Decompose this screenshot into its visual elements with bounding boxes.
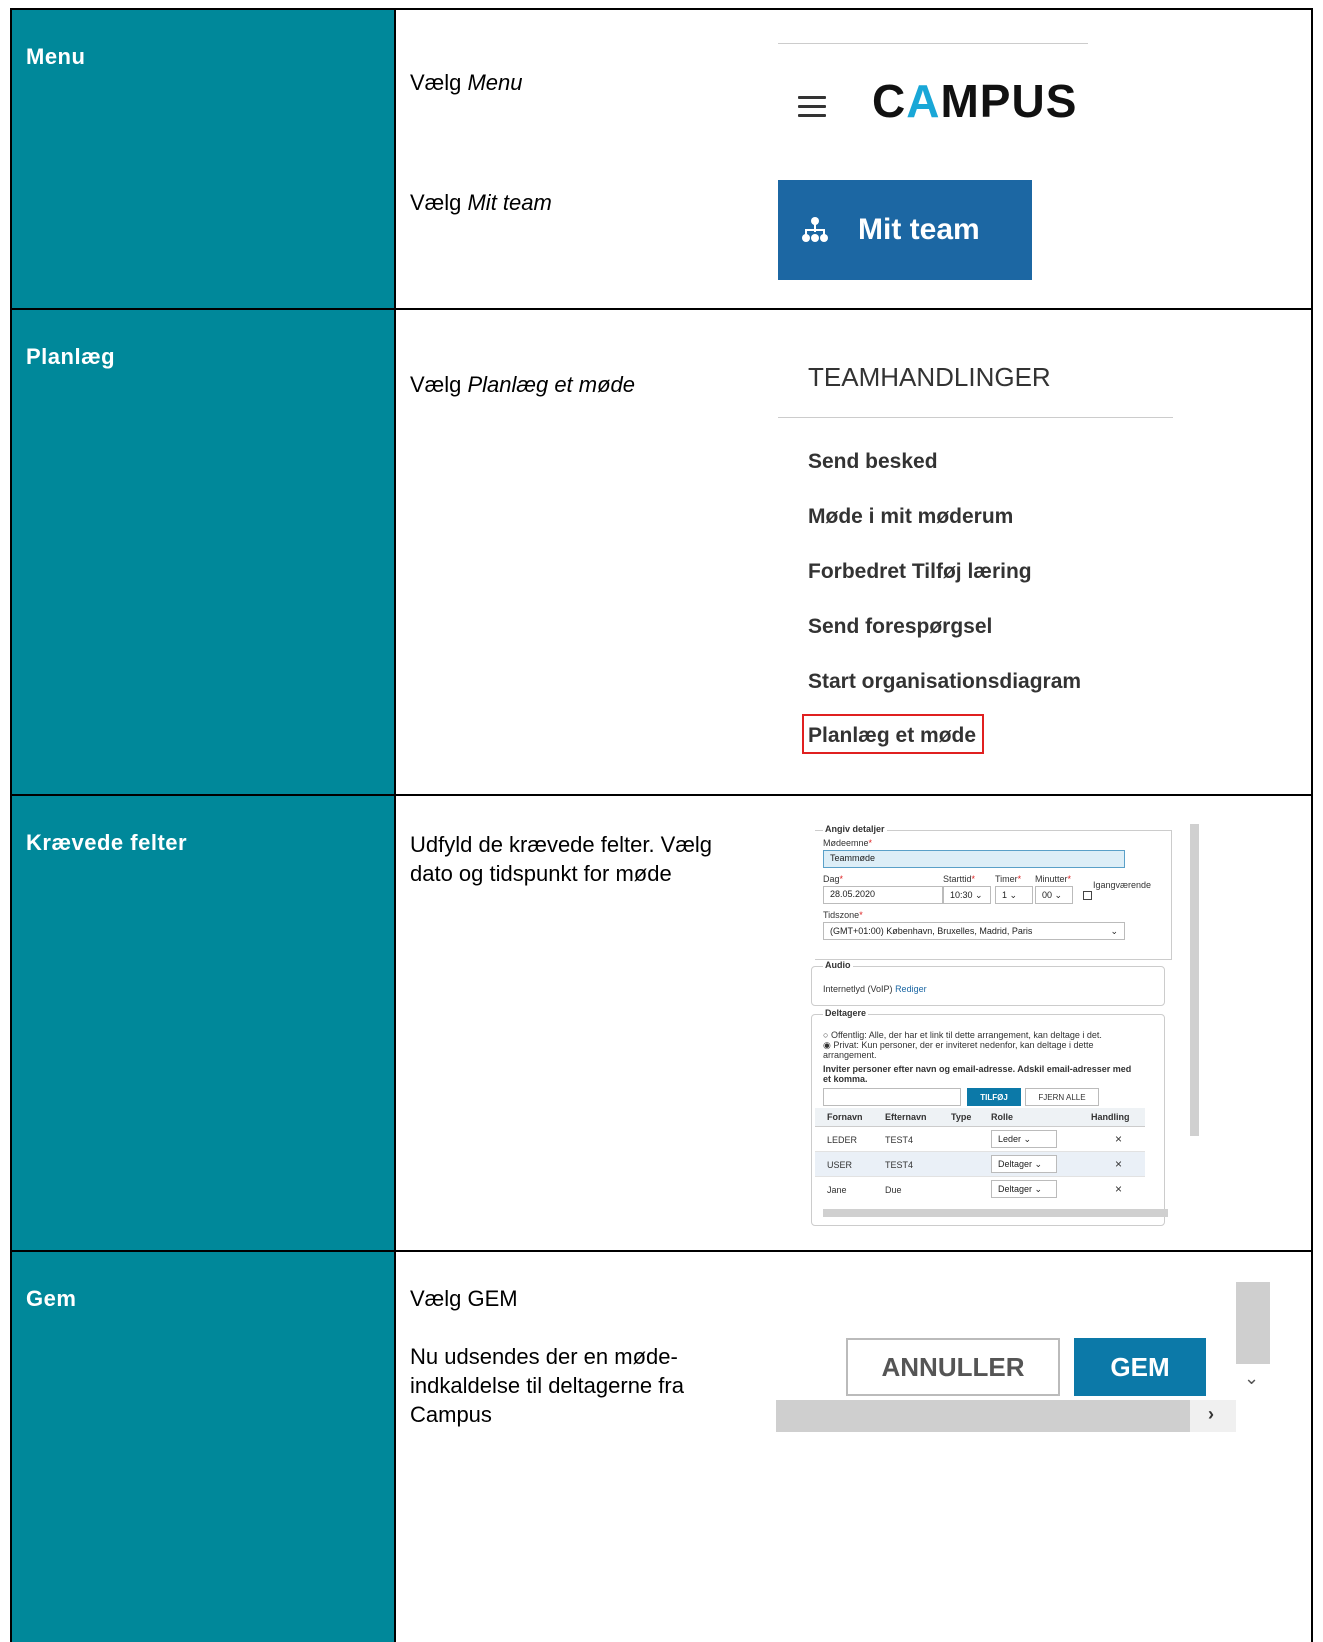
private-option[interactable]: ◉ Privat: Kun personer, der er inviteret… — [823, 1040, 1133, 1060]
action-meeting-room[interactable]: Møde i mit møderum — [808, 505, 1013, 529]
ongoing-checkbox[interactable] — [1083, 891, 1092, 900]
participant-first: Jane — [827, 1185, 847, 1195]
invite-input[interactable] — [823, 1088, 961, 1106]
row-content: Vælg Menu Vælg Mit team CAMPUS Mit team — [396, 10, 1311, 308]
instruction-mit-team: Vælg Mit team — [410, 190, 552, 215]
audio-edit-link[interactable]: Rediger — [895, 984, 927, 994]
role-select[interactable]: Deltager ⌄ — [991, 1180, 1057, 1198]
minutes-select[interactable]: 00 ⌄ — [1035, 886, 1073, 904]
role-select[interactable]: Deltager ⌄ — [991, 1155, 1057, 1173]
action-org-chart[interactable]: Start organisationsdiagram — [808, 670, 1081, 694]
horizontal-scrollbar[interactable] — [823, 1209, 1168, 1217]
row-menu: Menu Vælg Menu Vælg Mit team CAMPUS Mit … — [12, 10, 1311, 310]
timezone-label: Tidszone* — [823, 910, 863, 920]
vertical-scrollbar[interactable] — [1236, 1282, 1270, 1364]
participant-first: USER — [827, 1160, 853, 1170]
chevron-down-icon[interactable]: ⌄ — [1244, 1368, 1259, 1389]
campus-logo: CAMPUS — [872, 75, 1078, 127]
divider — [778, 417, 1173, 418]
meeting-form: Angiv detaljer Mødeemne* Teammøde Dag* 2… — [811, 808, 1201, 1226]
cancel-button[interactable]: ANNULLER — [846, 1338, 1060, 1396]
public-option[interactable]: ○ Offentlig: Alle, der har et link til d… — [823, 1030, 1133, 1040]
save-button[interactable]: GEM — [1074, 1338, 1206, 1396]
start-label: Starttid* — [943, 874, 976, 884]
team-actions-title: TEAMHANDLINGER — [808, 362, 1051, 392]
mit-team-label: Mit team — [858, 213, 980, 246]
table-row — [815, 1152, 1145, 1177]
row-label: Gem — [12, 1252, 396, 1642]
hours-select[interactable]: 1 ⌄ — [995, 886, 1033, 904]
remove-icon[interactable]: × — [1115, 1132, 1122, 1146]
action-send-message[interactable]: Send besked — [808, 450, 938, 474]
org-chart-icon — [802, 217, 828, 242]
action-send-request[interactable]: Send forespørgsel — [808, 615, 992, 639]
remove-icon[interactable]: × — [1115, 1157, 1122, 1171]
vertical-scrollbar[interactable] — [1190, 824, 1199, 1136]
highlight-box — [802, 714, 984, 754]
row-gem: Gem Vælg GEM Nu udsendes der en møde-ind… — [12, 1252, 1311, 1642]
row-content: Udfyld de krævede felter. Vælg dato og t… — [396, 796, 1311, 1250]
instruction-fill-fields: Udfyld de krævede felter. Vælg dato og t… — [410, 832, 713, 886]
add-button[interactable]: TILFØJ — [967, 1088, 1021, 1106]
row-required-fields: Krævede felter Udfyld de krævede felter.… — [12, 796, 1311, 1252]
row-content: Vælg GEM Nu udsendes der en møde-indkald… — [396, 1252, 1311, 1642]
participant-last: TEST4 — [885, 1135, 914, 1145]
audio-value: Internetlyd (VoIP) Rediger — [823, 984, 927, 994]
col-type: Type — [951, 1112, 972, 1122]
row-label: Menu — [12, 10, 396, 308]
chevron-right-icon[interactable]: › — [1208, 1404, 1214, 1425]
divider — [778, 43, 1088, 44]
col-last: Efternavn — [885, 1112, 927, 1122]
start-select[interactable]: 10:30 ⌄ — [943, 886, 991, 904]
audio-legend: Audio — [823, 960, 853, 970]
row-label: Krævede felter — [12, 796, 396, 1250]
instruction-table: Menu Vælg Menu Vælg Mit team CAMPUS Mit … — [10, 8, 1313, 1642]
minutes-label: Minutter* — [1035, 874, 1072, 884]
col-first: Fornavn — [827, 1112, 863, 1122]
invite-text: Inviter personer efter navn og email-adr… — [823, 1064, 1132, 1084]
day-label: Dag* — [823, 874, 844, 884]
hamburger-menu-icon[interactable] — [798, 96, 826, 123]
participant-last: Due — [885, 1185, 902, 1195]
subject-input[interactable]: Teammøde — [823, 850, 1125, 868]
col-action: Handling — [1091, 1112, 1130, 1122]
role-select[interactable]: Leder ⌄ — [991, 1130, 1057, 1148]
mit-team-button[interactable]: Mit team — [778, 180, 1032, 280]
col-role: Rolle — [991, 1112, 1014, 1122]
row-label: Planlæg — [12, 310, 396, 794]
participant-first: LEDER — [827, 1135, 858, 1145]
horizontal-scrollbar[interactable] — [776, 1400, 1190, 1432]
participant-last: TEST4 — [885, 1160, 914, 1170]
instruction-gem: Vælg GEM — [410, 1286, 518, 1311]
action-add-learning[interactable]: Forbedret Tilføj læring — [808, 560, 1032, 584]
hours-label: Timer* — [995, 874, 1022, 884]
timezone-select[interactable]: (GMT+01:00) København, Bruxelles, Madrid… — [823, 922, 1125, 940]
remove-icon[interactable]: × — [1115, 1182, 1122, 1196]
row-content: Vælg Planlæg et møde TEAMHANDLINGER Send… — [396, 310, 1311, 794]
details-legend: Angiv detaljer — [823, 824, 887, 834]
day-input[interactable]: 28.05.2020 — [823, 886, 943, 904]
instruction-planlaeg: Vælg Planlæg et møde — [410, 372, 636, 397]
instruction-menu: Vælg Menu — [410, 70, 523, 95]
instruction-sent: Nu udsendes der en møde-indkaldelse til … — [410, 1344, 684, 1427]
ongoing-label: Igangværende — [1093, 880, 1152, 890]
participants-legend: Deltagere — [823, 1008, 869, 1018]
table-row — [815, 1127, 1145, 1152]
row-planlaeg: Planlæg Vælg Planlæg et møde TEAMHANDLIN… — [12, 310, 1311, 796]
subject-label: Mødeemne* — [823, 838, 873, 848]
remove-all-button[interactable]: FJERN ALLE — [1025, 1088, 1099, 1106]
